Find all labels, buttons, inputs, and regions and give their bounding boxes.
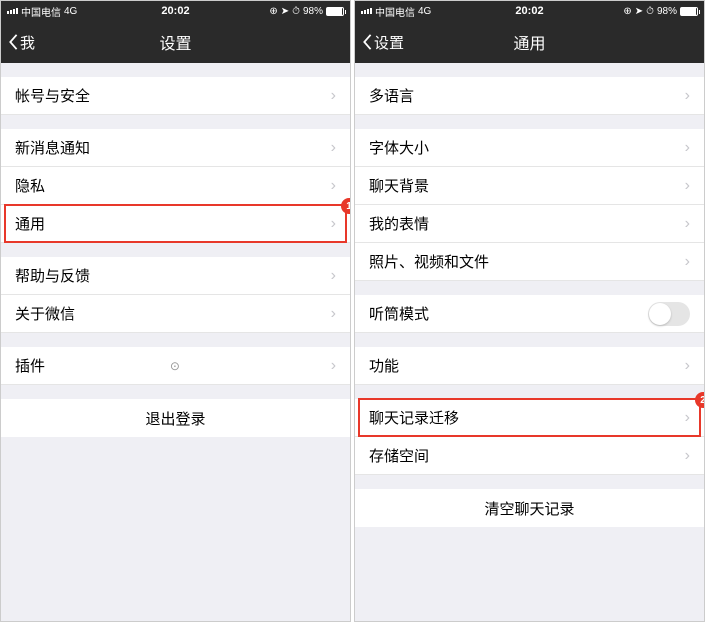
back-button[interactable]: 设置 (361, 32, 404, 53)
row-label: 多语言 (369, 85, 685, 106)
row-label: 功能 (369, 355, 685, 376)
row-account-security[interactable]: 帐号与安全 › (1, 77, 350, 115)
row-label: 清空聊天记录 (484, 498, 574, 519)
chevron-right-icon: › (685, 409, 690, 427)
location-icon: ➤ (281, 6, 289, 17)
row-photos-videos-files[interactable]: 照片、视频和文件 › (355, 243, 704, 281)
status-bar: 中国电信 4G 20:02 ⊕ ➤ ⏱ 98% (1, 1, 350, 21)
signal-icon (7, 8, 18, 14)
chevron-right-icon: › (685, 357, 690, 375)
page-title: 设置 (159, 30, 191, 54)
chevron-right-icon: › (685, 253, 690, 271)
chevron-right-icon: › (685, 139, 690, 157)
row-label: 帐号与安全 (15, 85, 331, 106)
row-label: 存储空间 (369, 445, 685, 466)
chevron-right-icon: › (331, 357, 336, 375)
signal-icon (361, 8, 372, 14)
row-label: 新消息通知 (15, 137, 331, 158)
row-label: 聊天背景 (369, 175, 685, 196)
row-font-size[interactable]: 字体大小 › (355, 129, 704, 167)
row-about-wechat[interactable]: 关于微信 › (1, 295, 350, 333)
chevron-right-icon: › (331, 87, 336, 105)
row-language[interactable]: 多语言 › (355, 77, 704, 115)
chevron-right-icon: › (685, 215, 690, 233)
back-label: 我 (20, 32, 35, 53)
battery-pct: 98% (303, 6, 323, 17)
row-label: 隐私 (15, 175, 331, 196)
row-general[interactable]: 通用 › 1 (1, 205, 350, 243)
row-earpiece-mode[interactable]: 听筒模式 (355, 295, 704, 333)
step-badge: 2 (695, 392, 704, 408)
clock-icon: ⏱ (646, 6, 654, 17)
back-label: 设置 (374, 32, 404, 53)
row-label: 退出登录 (145, 408, 205, 429)
nav-bar: 设置 通用 (355, 21, 704, 63)
clock-icon: ⏱ (292, 6, 300, 17)
earpiece-toggle[interactable] (648, 302, 690, 326)
chevron-right-icon: › (331, 139, 336, 157)
chevron-right-icon: › (331, 177, 336, 195)
chevron-right-icon: › (685, 87, 690, 105)
chevron-right-icon: › (331, 267, 336, 285)
nav-bar: 我 设置 (1, 21, 350, 63)
alarm-icon: ⊕ (623, 6, 631, 17)
row-label: 听筒模式 (369, 303, 648, 324)
status-time: 20:02 (161, 5, 189, 17)
battery-icon (326, 7, 344, 16)
location-icon: ➤ (635, 6, 643, 17)
chevron-left-icon (7, 33, 19, 51)
carrier-label: 中国电信 (375, 4, 415, 19)
chevron-right-icon: › (331, 215, 336, 233)
row-label: 照片、视频和文件 (369, 251, 685, 272)
status-bar: 中国电信 4G 20:02 ⊕ ➤ ⏱ 98% (355, 1, 704, 21)
row-plugins[interactable]: 插件 ⊙ › (1, 347, 350, 385)
row-help-feedback[interactable]: 帮助与反馈 › (1, 257, 350, 295)
row-label: 通用 (15, 213, 331, 234)
phone-general: 中国电信 4G 20:02 ⊕ ➤ ⏱ 98% 设置 通用 多语言 › 字体大小… (354, 0, 705, 622)
row-label: 帮助与反馈 (15, 265, 331, 286)
status-time: 20:02 (515, 5, 543, 17)
chevron-right-icon: › (685, 177, 690, 195)
row-my-emoji[interactable]: 我的表情 › (355, 205, 704, 243)
row-logout[interactable]: 退出登录 (1, 399, 350, 437)
carrier-label: 中国电信 (21, 4, 61, 19)
network-label: 4G (64, 6, 77, 17)
settings-list[interactable]: 帐号与安全 › 新消息通知 › 隐私 › 通用 › 1 帮助与反馈 › 关于微信… (1, 63, 350, 621)
row-features[interactable]: 功能 › (355, 347, 704, 385)
row-chat-background[interactable]: 聊天背景 › (355, 167, 704, 205)
row-chat-migrate[interactable]: 聊天记录迁移 › 2 (355, 399, 704, 437)
chevron-right-icon: › (685, 447, 690, 465)
step-badge: 1 (341, 198, 350, 214)
row-label: 字体大小 (369, 137, 685, 158)
row-label: 插件 (15, 355, 166, 376)
row-label: 关于微信 (15, 303, 331, 324)
battery-icon (680, 7, 698, 16)
general-list[interactable]: 多语言 › 字体大小 › 聊天背景 › 我的表情 › 照片、视频和文件 › 听筒… (355, 63, 704, 621)
phone-settings: 中国电信 4G 20:02 ⊕ ➤ ⏱ 98% 我 设置 帐号与安全 › 新消息… (0, 0, 351, 622)
back-button[interactable]: 我 (7, 32, 35, 53)
battery-pct: 98% (657, 6, 677, 17)
chevron-right-icon: › (331, 305, 336, 323)
plugin-icon: ⊙ (170, 359, 180, 373)
page-title: 通用 (513, 30, 545, 54)
row-storage[interactable]: 存储空间 › (355, 437, 704, 475)
row-label: 我的表情 (369, 213, 685, 234)
row-notifications[interactable]: 新消息通知 › (1, 129, 350, 167)
alarm-icon: ⊕ (269, 6, 277, 17)
network-label: 4G (418, 6, 431, 17)
chevron-left-icon (361, 33, 373, 51)
row-clear-chat-history[interactable]: 清空聊天记录 (355, 489, 704, 527)
row-privacy[interactable]: 隐私 › (1, 167, 350, 205)
row-label: 聊天记录迁移 (369, 407, 685, 428)
